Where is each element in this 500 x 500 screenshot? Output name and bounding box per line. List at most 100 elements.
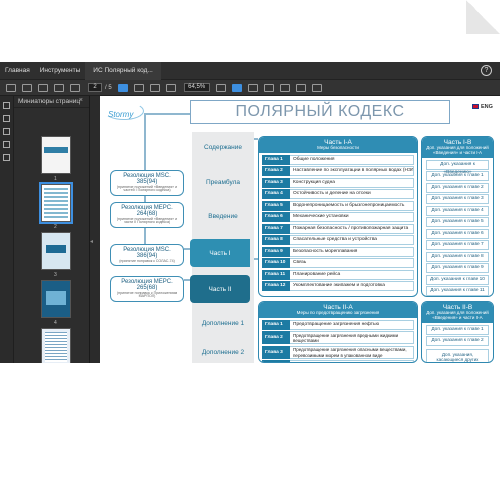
guidance-item[interactable]: Доп. указания к главе 5 [426,217,489,228]
nav-part-2[interactable]: Часть II [190,275,250,303]
guidance-item[interactable]: Доп. указания к главе 6 [426,228,489,239]
part-2a-chapters: Глава 1 Предотвращение загрязнения нефтью… [259,319,417,362]
resolution-title: Резолюция MSC. 386(94) [123,247,171,260]
draw-icon[interactable] [279,83,290,92]
search-icon[interactable] [38,83,48,92]
thumbnail-page-5[interactable] [41,328,71,366]
resolution-msc-386[interactable]: Резолюция MSC. 386(94) (принятие поправо… [110,244,184,267]
connector-line [144,113,190,115]
thumbnail-page-2[interactable] [39,182,73,224]
chapter-row[interactable]: Глава 8 Спасательные средства и устройств… [262,235,414,246]
toolbar: 2 / 5 64,5% [0,80,500,96]
attachments-icon[interactable] [3,128,10,135]
chapter-number: Глава 8 [262,235,290,246]
chapter-number: Глава 6 [262,212,290,223]
thumbnail-page-1[interactable] [41,136,71,174]
nav-contents[interactable]: Содержание [192,133,254,161]
bookmark-icon[interactable] [6,83,16,92]
chapter-row[interactable]: Глава 9 Безопасность мореплавания [262,246,414,257]
nav-introduction[interactable]: Введение [192,202,254,230]
chapter-title: Предотвращение загрязнения опасными веще… [290,345,414,359]
chapter-row[interactable]: Глава 1 Общие положения [262,154,414,165]
close-icon[interactable]: × [79,97,83,104]
nav-part-1[interactable]: Часть I [190,239,250,267]
bookmarks-icon[interactable] [3,115,10,122]
thumbnail-page-3[interactable] [41,232,71,270]
help-icon[interactable]: ? [481,65,492,76]
hand-tool-icon[interactable] [133,83,144,92]
guidance-item[interactable]: Доп. указания к главе 1 [426,324,489,335]
guidance-item[interactable]: Доп. указания к главе 2 [426,336,489,347]
document-tab[interactable]: ИС Полярный код... [85,61,161,80]
chapter-title: Водонепроницаемость и брызгонепроницаемо… [290,200,414,211]
layers-icon[interactable] [3,141,10,148]
signatures-icon[interactable] [3,154,10,161]
comment-icon[interactable] [247,83,258,92]
next-page-icon[interactable] [70,83,80,92]
chapter-title: Остойчивость и деление на отсеки [290,189,414,200]
chapter-row[interactable]: Глава 3 Конструкция судна [262,177,414,188]
highlight-icon[interactable] [263,83,274,92]
guidance-item[interactable]: Доп. указания к главе 10 [426,274,489,285]
part-2b-note[interactable]: Доп. указания, касающиеся других конвенц… [426,349,489,362]
zoom-out-icon[interactable] [149,83,160,92]
nav-appendix-1[interactable]: Дополнение 1 [192,309,254,337]
zoom-select[interactable]: 64,5% [183,83,210,92]
chapter-row[interactable]: Глава 3 Предотвращение загрязнения опасны… [262,345,414,359]
part-1b-header: Часть I-B Доп. указания для положений «Вв… [422,137,493,159]
guidance-item[interactable]: Доп. указания к главе 1 [426,171,489,182]
left-rail [0,96,14,363]
chapter-title: Общие положения [290,154,414,165]
document-page: Stormy ПОЛЯРНЫЙ КОДЕКС ENG Содержание Пр… [100,96,500,363]
menu-tools[interactable]: Инструменты [35,67,86,74]
nav-appendix-2[interactable]: Дополнение 2 [192,338,254,363]
guidance-item[interactable]: Доп. указания к «Введению» [426,159,489,175]
page-fold [466,0,500,34]
resolution-mepc-265[interactable]: Резолюция MEPC. 265(68) (принятие поправ… [110,276,184,303]
chapter-row[interactable]: Глава 2 Предотвращение загрязнения вредны… [262,331,414,345]
share-icon[interactable] [311,83,322,92]
guidance-item[interactable]: Доп. указания к главе 4 [426,205,489,216]
language-switch[interactable]: ENG [472,104,493,110]
resolution-subtitle: (принятие положений «Введения» и части I… [116,216,178,225]
guidance-item[interactable]: Доп. указания к главе 11 [426,286,489,296]
guidance-item[interactable]: Доп. указания к главе 2 [426,182,489,193]
scroll-mode-icon[interactable] [231,83,242,92]
chapter-row[interactable]: Глава 5 Водонепроницаемость и брызгонепро… [262,200,414,211]
chapter-number: Глава 4 [262,189,290,200]
chapter-number: Глава 12 [262,281,290,292]
select-tool-icon[interactable] [117,83,128,92]
chapter-row[interactable]: Глава 7 Пожарная безопасность / противопо… [262,223,414,234]
chapter-title: Предотвращение загрязнения нефтью [290,319,414,330]
resolution-msc-385[interactable]: Резолюция MSC. 385(94) (принятие положен… [110,170,184,197]
chapter-row[interactable]: Глава 11 Планирование рейса [262,269,414,280]
print-icon[interactable] [22,83,32,92]
part-1a-subtitle: Меры безопасности [317,145,359,151]
chapter-row[interactable]: Глава 10 Связь [262,258,414,269]
chapter-row[interactable]: Глава 4 Остойчивость и деление на отсеки [262,189,414,200]
thumbnail-page-4[interactable] [41,280,71,318]
guidance-item[interactable]: Доп. указания к главе 8 [426,251,489,262]
part-1b-subtitle: Доп. указания для положений «Введения» и… [426,145,489,156]
nav-preamble[interactable]: Преамбула [192,168,254,196]
resolution-mepc-264[interactable]: Резолюция MEPC. 264(68) (принятие положе… [110,202,184,229]
part-2b-items: Доп. указания к главе 1 Доп. указания к г… [422,324,493,347]
chapter-row[interactable]: Глава 12 Укомплектование экипажем и подго… [262,281,414,292]
zoom-in-icon[interactable] [165,83,176,92]
guidance-item[interactable]: Доп. указания к главе 7 [426,240,489,251]
guidance-item[interactable]: Доп. указания к главе 9 [426,263,489,274]
guidance-item[interactable]: Доп. указания к главе 3 [426,194,489,205]
prev-page-icon[interactable] [54,83,64,92]
fit-page-icon[interactable] [215,83,226,92]
menu-home[interactable]: Главная [0,67,35,74]
stamp-icon[interactable] [295,83,306,92]
chapter-row[interactable]: Глава 1 Предотвращение загрязнения нефтью [262,319,414,330]
thumbnails-icon[interactable] [3,102,10,109]
chapter-number: Глава 3 [262,345,290,359]
thumbnail-label: 4 [54,320,57,326]
part-1b-box: Часть I-B Доп. указания для положений «Вв… [421,136,494,297]
page-number-input[interactable]: 2 [88,83,102,92]
chapter-row[interactable]: Глава 2 Наставление по эксплуатации в пол… [262,166,414,177]
chapter-title: Пожарная безопасность / противопожарная … [290,223,414,234]
chapter-row[interactable]: Глава 6 Механические установки [262,212,414,223]
